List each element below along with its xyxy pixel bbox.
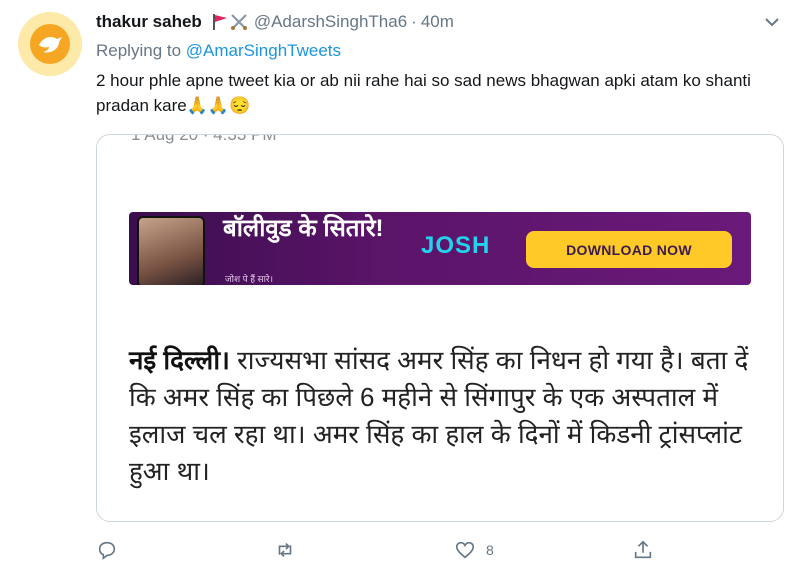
ad-subtitle: जोश पे हैं सारे। [225, 274, 274, 284]
heart-icon [455, 541, 475, 559]
red-flag-icon [212, 14, 227, 30]
article-lead: नई दिल्ली। [129, 345, 230, 375]
separator-dot: · [411, 12, 417, 31]
author-handle[interactable]: @AdarshSinghTha6 [254, 12, 407, 32]
like-count: 8 [486, 542, 494, 558]
tweet-time[interactable]: 40m [421, 12, 454, 32]
retweet-icon [278, 542, 292, 558]
ad-title: बॉलीवुड के सितारे! [223, 215, 384, 242]
avatar[interactable] [18, 12, 82, 76]
quoted-card[interactable]: 1 Aug 20 · 4:33 PM बॉलीवुड के सितारे! जो… [96, 134, 784, 522]
like-action[interactable]: 8 [454, 539, 632, 561]
tweet-header: thakur saheb @AdarshSinghTha6 · 40m [96, 12, 454, 32]
flag-swords-emoji [212, 13, 248, 31]
chevron-down-icon[interactable] [762, 12, 782, 32]
josh-logo: JOSH [421, 232, 491, 259]
ad-banner[interactable]: बॉलीवुड के सितारे! जोश पे हैं सारे। JOSH… [129, 212, 751, 285]
card-date: 1 Aug 20 · 4:33 PM [131, 134, 277, 144]
reply-action[interactable] [96, 539, 274, 561]
download-now-button[interactable]: DOWNLOAD NOW [526, 231, 732, 268]
share-action[interactable] [632, 539, 654, 561]
retweet-action[interactable] [274, 539, 454, 561]
share-icon [634, 540, 652, 559]
reply-icon [98, 541, 116, 560]
replying-prefix: Replying to [96, 41, 182, 60]
crossed-swords-icon [230, 14, 247, 30]
tweet-text: 2 hour phle apne tweet kia or ab nii rah… [96, 71, 751, 115]
replying-handle-link[interactable]: @AmarSinghTweets [186, 41, 341, 60]
bird-icon [30, 24, 70, 64]
tweet-actions: 8 [96, 538, 656, 562]
author-name[interactable]: thakur saheb [96, 12, 202, 32]
article-text: नई दिल्ली। राज्यसभा सांसद अमर सिंह का नि… [129, 342, 759, 490]
ad-phone-image [137, 216, 205, 285]
replying-to: Replying to @AmarSinghTweets [96, 41, 341, 61]
